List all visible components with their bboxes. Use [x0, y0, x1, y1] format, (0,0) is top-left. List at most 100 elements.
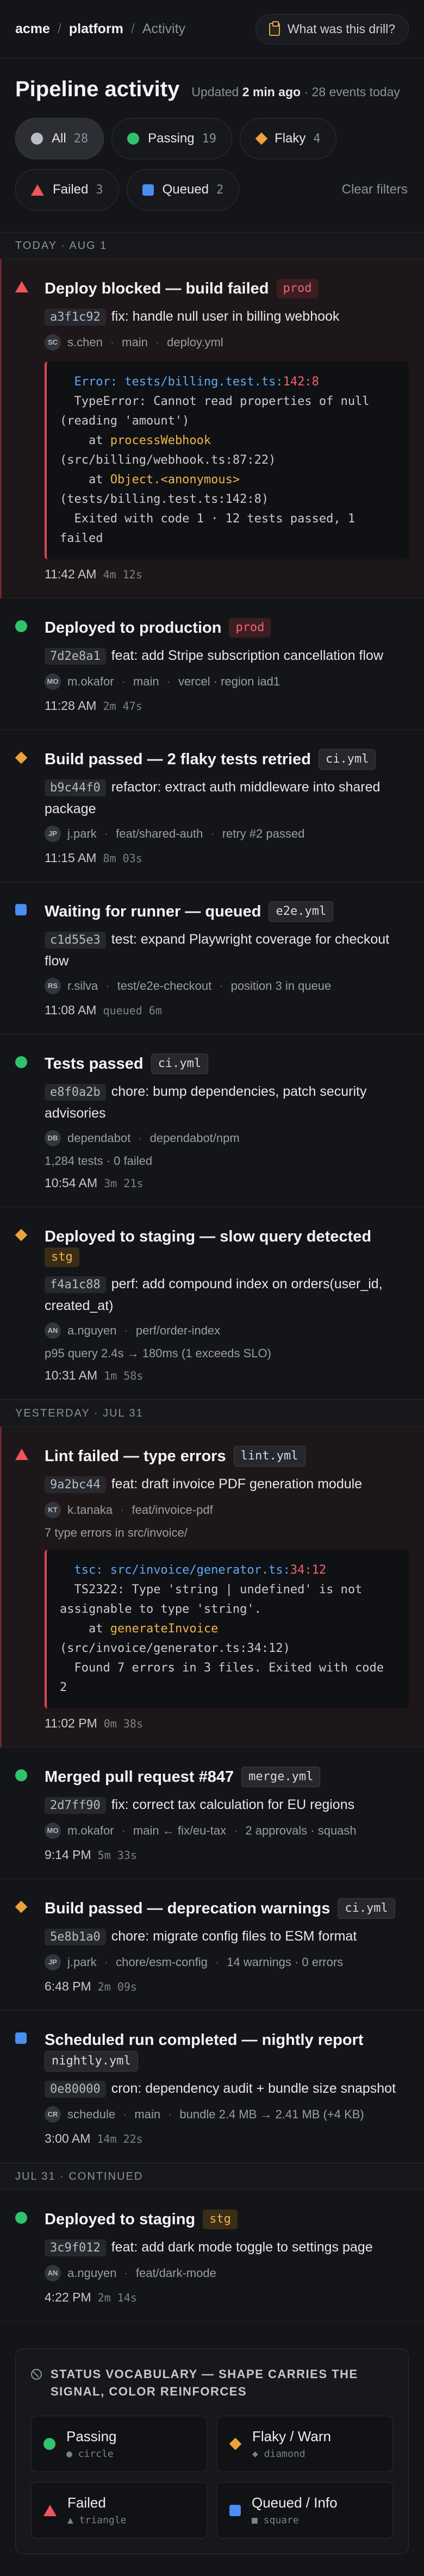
event-timestamp: 10:31 AM [45, 1368, 98, 1382]
meta-separator: · [121, 675, 126, 688]
filter-chip-count: 3 [96, 183, 103, 197]
meta-separator: · [120, 1503, 124, 1517]
log-segment: generateInvoice [110, 1622, 219, 1636]
clear-filters-link[interactable]: Clear filters [342, 182, 409, 197]
event-meta: AN a.nguyen · perf/order-index [45, 1321, 409, 1340]
commit-message: chore: migrate config files to ESM forma… [111, 1929, 357, 1944]
event-row[interactable]: Waiting for runner — queued e2e.yml c1d55e… [0, 882, 424, 1034]
event-title-row: Scheduled run completed — nightly report… [45, 2029, 409, 2072]
commit-sha[interactable]: 5e8b1a0 [45, 1929, 106, 1945]
event-row[interactable]: Deployed to production prod 7d2e8a1 feat: a… [0, 598, 424, 730]
legend-item-text: Passing ● circle [66, 2428, 117, 2460]
event-title[interactable]: Merged pull request #847 [45, 1766, 234, 1788]
info-icon [31, 2369, 42, 2380]
filter-chip-failed[interactable]: Failed 3 [15, 169, 119, 210]
log-line: Found 7 errors in 3 files. Exited with c… [60, 1658, 398, 1698]
breadcrumb-project[interactable]: platform [69, 21, 123, 37]
event-duration: 2m 14s [97, 2291, 137, 2304]
commit-sha[interactable]: c1d55e3 [45, 932, 106, 949]
commit-message: feat: draft invoice PDF generation modul… [111, 1476, 363, 1492]
event-row[interactable]: Tests passed ci.yml e8f0a2b chore: bump dep… [0, 1034, 424, 1207]
status-passing-icon [15, 620, 27, 632]
log-segment: Object.<anonymous> [110, 473, 240, 486]
filter-chip-label: Flaky [275, 131, 306, 146]
event-title[interactable]: Waiting for runner — queued [45, 901, 261, 922]
breadcrumb-page: Activity [142, 21, 186, 36]
meta-item: main [133, 675, 159, 688]
commit-sha[interactable]: 3c9f012 [45, 2240, 106, 2256]
meta-separator: · [234, 1824, 238, 1837]
event-timestamp: 11:15 AM [45, 851, 97, 865]
event-row[interactable]: Scheduled run completed — nightly report… [0, 2011, 424, 2163]
meta-item: feat/dark-mode [135, 2266, 216, 2280]
circle-icon [31, 133, 43, 145]
event-row[interactable]: Merged pull request #847 merge.yml 2d7ff90… [0, 1748, 424, 1879]
avatar: SC [45, 334, 61, 351]
log-segment: 142:8 [283, 375, 319, 389]
filter-chip-queued[interactable]: Queued 2 [126, 169, 240, 210]
commit-sha[interactable]: b9c44f0 [45, 779, 106, 796]
event-title-row: Deploy blocked — build failed prod [45, 278, 409, 300]
event-time: 9:14 PM 5m 33s [45, 1848, 409, 1862]
event-row[interactable]: Deployed to staging stg 3c9f012 feat: add d… [0, 2190, 424, 2322]
commit-sha[interactable]: 7d2e8a1 [45, 648, 106, 665]
status-filter-bar: All 28 Passing 19 Flaky 4 Failed 3 Queued 2 Clear … [0, 102, 424, 210]
event-body: Scheduled run completed — nightly report… [37, 2029, 409, 2146]
log-segment: at [60, 434, 110, 447]
commit-sha[interactable]: f4a1c88 [45, 1276, 106, 1293]
event-tag: prod [276, 279, 319, 298]
event-status [15, 1766, 37, 1862]
drill-help-button[interactable]: What was this drill? [255, 14, 409, 45]
legend-item-name: Failed [67, 2494, 106, 2511]
legend-item-text: Queued / Info ■ square [252, 2494, 338, 2526]
event-title[interactable]: Deployed to staging — slow query detecte… [45, 1226, 371, 1248]
legend-item-text: Flaky / Warn ◆ diamond [252, 2428, 331, 2460]
event-row[interactable]: Build passed — deprecation warnings ci.ym… [0, 1879, 424, 2011]
meta-item: schedule [67, 2107, 116, 2121]
event-tag: stg [203, 2210, 238, 2229]
meta-item: j.park [67, 1955, 97, 1969]
commit-sha[interactable]: e8f0a2b [45, 1084, 106, 1101]
event-title[interactable]: Lint failed — type errors [45, 1445, 226, 1467]
status-flaky-icon [15, 751, 28, 764]
bottom-spacer [0, 2554, 424, 2576]
event-title[interactable]: Deployed to production [45, 617, 221, 639]
log-line: (src/billing/webhook.ts:87:22) [60, 451, 398, 470]
commit-sha[interactable]: 9a2bc44 [45, 1476, 106, 1493]
event-row[interactable]: Lint failed — type errors lint.yml 9a2bc44… [0, 1427, 424, 1748]
event-title[interactable]: Tests passed [45, 1053, 144, 1075]
event-body: Waiting for runner — queued e2e.yml c1d55e… [37, 901, 409, 1018]
commit-sha[interactable]: 0e80000 [45, 2081, 106, 2098]
breadcrumb-org[interactable]: acme [15, 21, 50, 37]
commit-message: feat: add Stripe subscription cancellati… [111, 648, 383, 663]
event-title[interactable]: Deployed to staging [45, 2209, 195, 2230]
filter-chip-label: Failed [53, 182, 89, 197]
event-body: Deployed to staging — slow query detecte… [37, 1226, 409, 1383]
filter-chip-flaky[interactable]: Flaky 4 [240, 118, 336, 159]
event-row[interactable]: Deployed to staging — slow query detecte… [0, 1207, 424, 1400]
legend-item-text: Failed ▲ triangle [67, 2494, 126, 2526]
event-meta: SC s.chen · main · deploy.yml [45, 333, 409, 352]
event-title[interactable]: Build passed — 2 flaky tests retried [45, 749, 311, 770]
event-timestamp: 11:42 AM [45, 567, 97, 581]
app-root: acme / platform / Activity What was this… [0, 0, 424, 2576]
meta-item: main [122, 335, 148, 349]
event-row[interactable]: Build passed — 2 flaky tests retried ci.y… [0, 730, 424, 882]
log-segment: processWebhook [110, 434, 211, 447]
log-segment: (src/billing/webhook.ts:87:22) [60, 453, 276, 467]
event-title[interactable]: Build passed — deprecation warnings [45, 1898, 330, 1919]
log-line: at Object.<anonymous> [60, 470, 398, 490]
filter-chip-all[interactable]: All 28 [15, 118, 104, 159]
event-title[interactable]: Deploy blocked — build failed [45, 278, 269, 300]
commit-sha[interactable]: a3f1c92 [45, 309, 106, 326]
meta-separator: · [124, 2266, 128, 2280]
event-meta: JP j.park · feat/shared-auth · retry #2 passe… [45, 825, 409, 843]
filter-chip-passing[interactable]: Passing 19 [111, 118, 233, 159]
commit-message: fix: correct tax calculation for EU regi… [111, 1797, 355, 1812]
event-row[interactable]: Deploy blocked — build failed prod a3f1c92… [0, 259, 424, 598]
log-line: TypeError: Cannot read properties of nul… [60, 392, 398, 431]
event-tag: ci.yml [151, 1053, 209, 1074]
commit-sha[interactable]: 2d7ff90 [45, 1797, 106, 1814]
avatar: MO [45, 1823, 61, 1839]
event-title[interactable]: Scheduled run completed — nightly report [45, 2029, 364, 2051]
